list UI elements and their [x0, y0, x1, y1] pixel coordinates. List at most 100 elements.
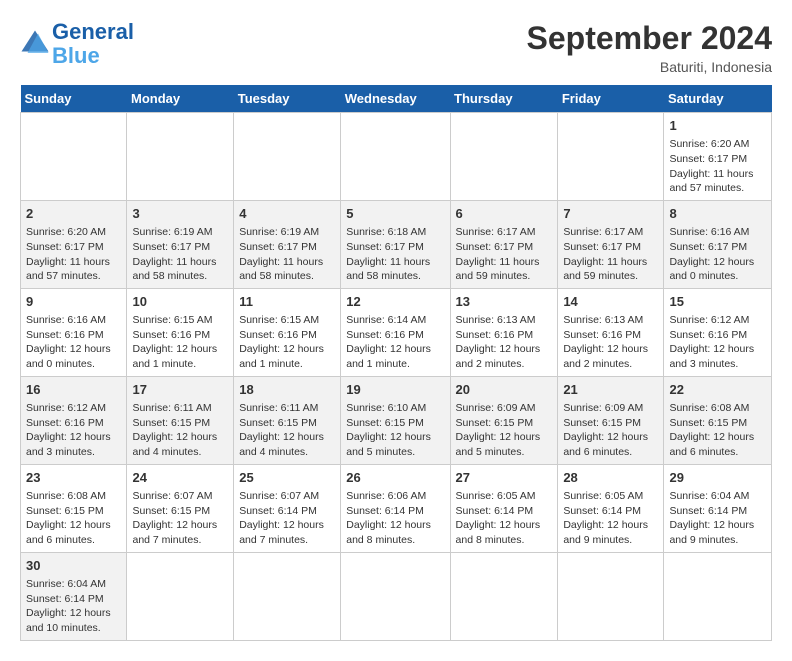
day-info: Sunrise: 6:09 AMSunset: 6:15 PMDaylight:…	[563, 401, 658, 460]
table-row	[558, 552, 664, 640]
day-info: Sunrise: 6:16 AMSunset: 6:17 PMDaylight:…	[669, 225, 766, 284]
table-row	[127, 552, 234, 640]
logo-icon	[20, 29, 50, 59]
table-row	[234, 552, 341, 640]
col-saturday: Saturday	[664, 85, 772, 113]
day-info: Sunrise: 6:08 AMSunset: 6:15 PMDaylight:…	[26, 489, 121, 548]
table-row: 21 Sunrise: 6:09 AMSunset: 6:15 PMDayligh…	[558, 376, 664, 464]
table-row: 25 Sunrise: 6:07 AMSunset: 6:14 PMDayligh…	[234, 464, 341, 552]
calendar-body: 1 Sunrise: 6:20 AMSunset: 6:17 PMDaylight…	[21, 113, 772, 641]
col-friday: Friday	[558, 85, 664, 113]
day-number: 10	[132, 293, 228, 311]
logo-text: General Blue	[52, 20, 134, 68]
table-row: 7 Sunrise: 6:17 AMSunset: 6:17 PMDaylight…	[558, 200, 664, 288]
day-info: Sunrise: 6:04 AMSunset: 6:14 PMDaylight:…	[26, 577, 121, 636]
table-row: 6 Sunrise: 6:17 AMSunset: 6:17 PMDaylight…	[450, 200, 558, 288]
table-row: 23Sunrise: 6:08 AMSunset: 6:15 PMDayligh…	[21, 464, 127, 552]
day-number: 19	[346, 381, 444, 399]
table-row	[234, 113, 341, 201]
logo: General Blue	[20, 20, 134, 68]
day-number: 21	[563, 381, 658, 399]
table-row	[558, 113, 664, 201]
day-info: Sunrise: 6:07 AMSunset: 6:14 PMDaylight:…	[239, 489, 335, 548]
table-row: 4Sunrise: 6:19 AMSunset: 6:17 PMDaylight…	[234, 200, 341, 288]
table-row	[21, 113, 127, 201]
table-row	[450, 113, 558, 201]
day-number: 22	[669, 381, 766, 399]
calendar-row-2: 9 Sunrise: 6:16 AMSunset: 6:16 PMDaylight…	[21, 288, 772, 376]
table-row: 14 Sunrise: 6:13 AMSunset: 6:16 PMDayligh…	[558, 288, 664, 376]
table-row: 18 Sunrise: 6:11 AMSunset: 6:15 PMDayligh…	[234, 376, 341, 464]
day-info: Sunrise: 6:12 AMSunset: 6:16 PMDaylight:…	[669, 313, 766, 372]
table-row: 26 Sunrise: 6:06 AMSunset: 6:14 PMDayligh…	[341, 464, 450, 552]
table-row: 30 Sunrise: 6:04 AMSunset: 6:14 PMDayligh…	[21, 552, 127, 640]
table-row: 28Sunrise: 6:05 AMSunset: 6:14 PMDayligh…	[558, 464, 664, 552]
table-row	[664, 552, 772, 640]
day-info: Sunrise: 6:16 AMSunset: 6:16 PMDaylight:…	[26, 313, 121, 372]
day-info: Sunrise: 6:17 AMSunset: 6:17 PMDaylight:…	[563, 225, 658, 284]
day-number: 27	[456, 469, 553, 487]
day-number: 14	[563, 293, 658, 311]
table-row: 15 Sunrise: 6:12 AMSunset: 6:16 PMDayligh…	[664, 288, 772, 376]
table-row	[341, 113, 450, 201]
day-number: 29	[669, 469, 766, 487]
table-row	[341, 552, 450, 640]
table-row: 9 Sunrise: 6:16 AMSunset: 6:16 PMDaylight…	[21, 288, 127, 376]
day-info: Sunrise: 6:20 AMSunset: 6:17 PMDaylight:…	[26, 225, 121, 284]
table-row: 16Sunrise: 6:12 AMSunset: 6:16 PMDayligh…	[21, 376, 127, 464]
day-number: 5	[346, 205, 444, 223]
day-info: Sunrise: 6:20 AMSunset: 6:17 PMDaylight:…	[669, 137, 766, 196]
table-row: 19 Sunrise: 6:10 AMSunset: 6:15 PMDayligh…	[341, 376, 450, 464]
col-wednesday: Wednesday	[341, 85, 450, 113]
day-info: Sunrise: 6:19 AMSunset: 6:17 PMDaylight:…	[132, 225, 228, 284]
day-number: 8	[669, 205, 766, 223]
calendar-row-5: 30 Sunrise: 6:04 AMSunset: 6:14 PMDayligh…	[21, 552, 772, 640]
day-info: Sunrise: 6:19 AMSunset: 6:17 PMDaylight:…	[239, 225, 335, 284]
day-number: 30	[26, 557, 121, 575]
table-row: 29 Sunrise: 6:04 AMSunset: 6:14 PMDayligh…	[664, 464, 772, 552]
calendar-table: Sunday Monday Tuesday Wednesday Thursday…	[20, 85, 772, 641]
day-info: Sunrise: 6:13 AMSunset: 6:16 PMDaylight:…	[456, 313, 553, 372]
day-info: Sunrise: 6:13 AMSunset: 6:16 PMDaylight:…	[563, 313, 658, 372]
day-number: 6	[456, 205, 553, 223]
col-tuesday: Tuesday	[234, 85, 341, 113]
day-number: 26	[346, 469, 444, 487]
table-row: 24Sunrise: 6:07 AMSunset: 6:15 PMDayligh…	[127, 464, 234, 552]
table-row: 8 Sunrise: 6:16 AMSunset: 6:17 PMDaylight…	[664, 200, 772, 288]
day-number: 1	[669, 117, 766, 135]
day-info: Sunrise: 6:18 AMSunset: 6:17 PMDaylight:…	[346, 225, 444, 284]
table-row: 17Sunrise: 6:11 AMSunset: 6:15 PMDayligh…	[127, 376, 234, 464]
table-row: 20Sunrise: 6:09 AMSunset: 6:15 PMDayligh…	[450, 376, 558, 464]
day-number: 17	[132, 381, 228, 399]
day-number: 9	[26, 293, 121, 311]
title-area: September 2024 Baturiti, Indonesia	[527, 20, 772, 75]
day-info: Sunrise: 6:07 AMSunset: 6:15 PMDaylight:…	[132, 489, 228, 548]
table-row: 27Sunrise: 6:05 AMSunset: 6:14 PMDayligh…	[450, 464, 558, 552]
day-info: Sunrise: 6:14 AMSunset: 6:16 PMDaylight:…	[346, 313, 444, 372]
day-number: 13	[456, 293, 553, 311]
day-number: 28	[563, 469, 658, 487]
day-number: 2	[26, 205, 121, 223]
day-info: Sunrise: 6:06 AMSunset: 6:14 PMDaylight:…	[346, 489, 444, 548]
calendar-row-4: 23Sunrise: 6:08 AMSunset: 6:15 PMDayligh…	[21, 464, 772, 552]
month-title: September 2024	[527, 20, 772, 57]
table-row: 13 Sunrise: 6:13 AMSunset: 6:16 PMDayligh…	[450, 288, 558, 376]
location-title: Baturiti, Indonesia	[527, 59, 772, 75]
table-row: 3Sunrise: 6:19 AMSunset: 6:17 PMDaylight…	[127, 200, 234, 288]
table-row: 1 Sunrise: 6:20 AMSunset: 6:17 PMDaylight…	[664, 113, 772, 201]
day-info: Sunrise: 6:11 AMSunset: 6:15 PMDaylight:…	[239, 401, 335, 460]
calendar-header-row: Sunday Monday Tuesday Wednesday Thursday…	[21, 85, 772, 113]
day-number: 18	[239, 381, 335, 399]
day-info: Sunrise: 6:15 AMSunset: 6:16 PMDaylight:…	[239, 313, 335, 372]
table-row: 5 Sunrise: 6:18 AMSunset: 6:17 PMDaylight…	[341, 200, 450, 288]
day-info: Sunrise: 6:04 AMSunset: 6:14 PMDaylight:…	[669, 489, 766, 548]
day-info: Sunrise: 6:08 AMSunset: 6:15 PMDaylight:…	[669, 401, 766, 460]
table-row: 22 Sunrise: 6:08 AMSunset: 6:15 PMDayligh…	[664, 376, 772, 464]
table-row	[127, 113, 234, 201]
day-info: Sunrise: 6:17 AMSunset: 6:17 PMDaylight:…	[456, 225, 553, 284]
day-number: 15	[669, 293, 766, 311]
day-info: Sunrise: 6:10 AMSunset: 6:15 PMDaylight:…	[346, 401, 444, 460]
header: General Blue September 2024 Baturiti, In…	[20, 20, 772, 75]
day-number: 25	[239, 469, 335, 487]
day-number: 7	[563, 205, 658, 223]
